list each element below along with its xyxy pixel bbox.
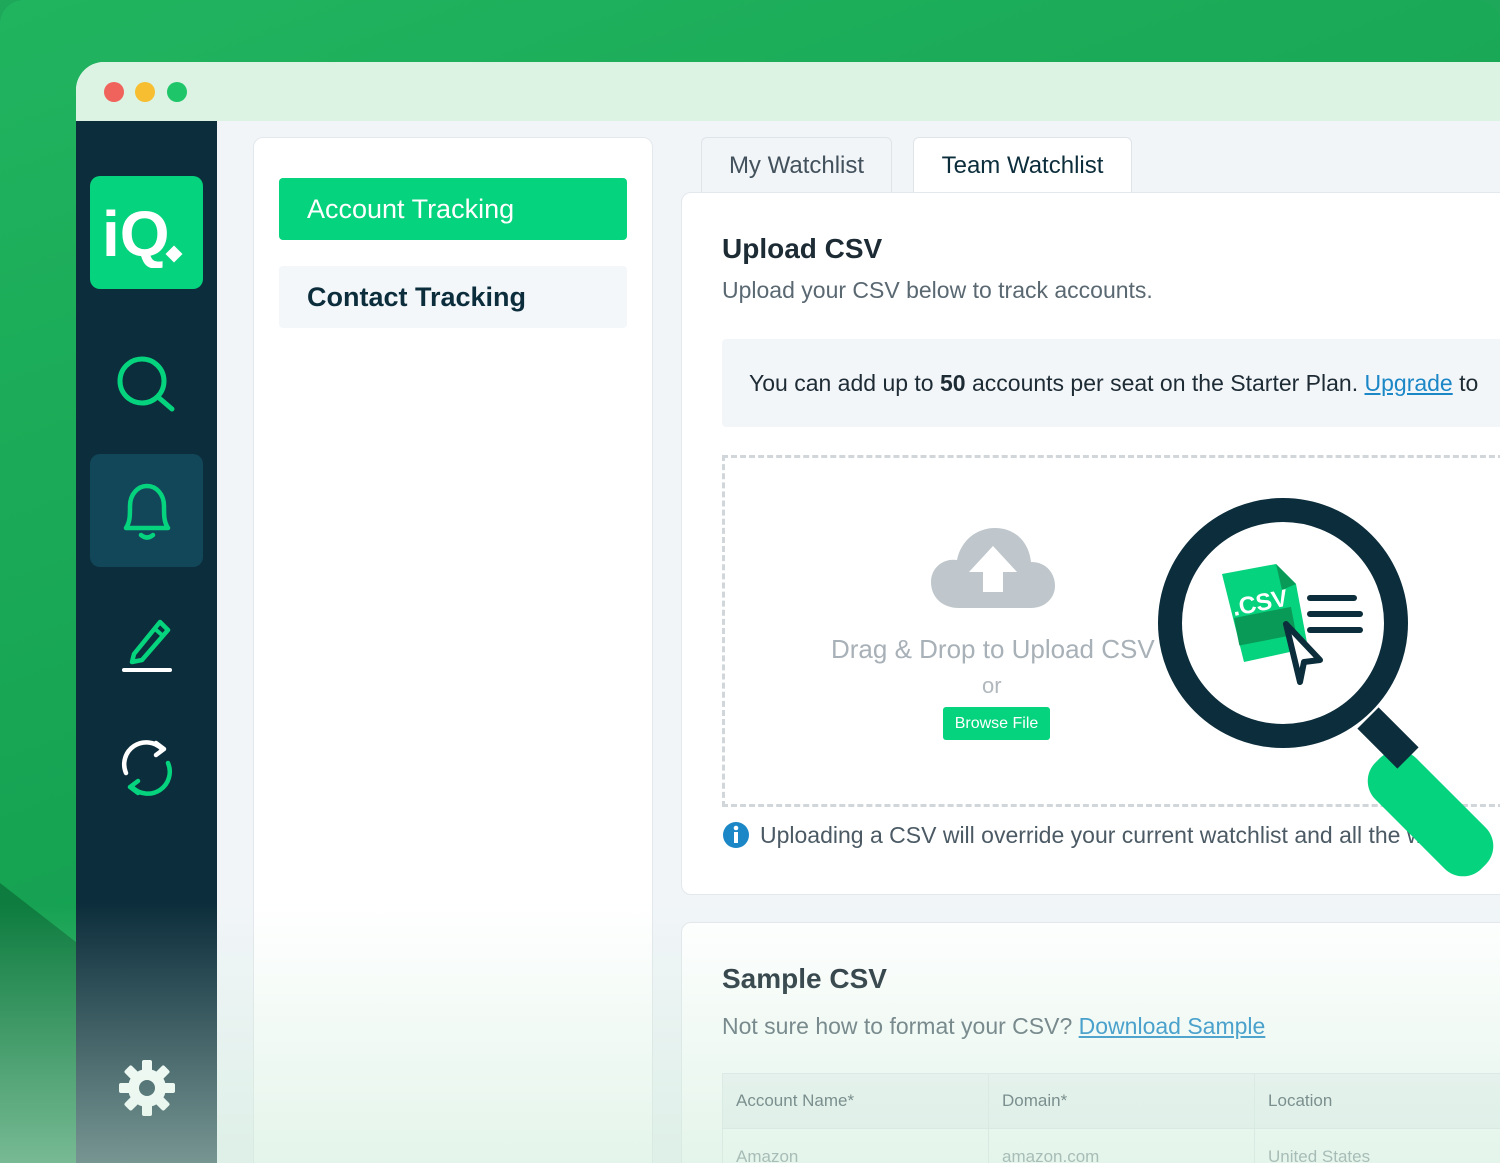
search-icon (117, 356, 174, 411)
upload-title: Upload CSV (722, 233, 883, 264)
sidebar-item-settings[interactable] (90, 1031, 203, 1144)
gear-icon (118, 1059, 175, 1116)
column-header: Domain* (989, 1074, 1256, 1128)
menu-item-account-tracking[interactable]: Account Tracking (279, 178, 627, 240)
cloud-upload-icon (931, 528, 1055, 608)
app-logo[interactable]: iQ (90, 176, 203, 289)
magnifier-handle (1367, 750, 1494, 877)
logo-text: iQ (102, 198, 170, 268)
dropzone-title: Drag & Drop to Upload CSV (831, 634, 1155, 664)
column-header: Account Name* (723, 1074, 990, 1128)
csv-magnifier-illustration: .CSV (1158, 498, 1494, 877)
upload-subtitle: Upload your CSV below to track accounts. (722, 277, 1153, 303)
sample-table-header: Account Name* Domain* Location (722, 1073, 1500, 1129)
sample-prompt-text: Not sure how to format your CSV? (722, 1013, 1079, 1039)
notice-prefix: You can add up to (749, 369, 940, 396)
window-close-button[interactable] (104, 82, 124, 102)
table-cell: Amazon (723, 1129, 990, 1163)
sidebar-item-compose[interactable] (90, 586, 203, 699)
column-header: Location (1268, 1091, 1333, 1110)
sidebar-item-alerts[interactable] (90, 454, 203, 567)
tracking-menu-panel: Account Tracking Contact Tracking (253, 137, 653, 1163)
tab-team-watchlist[interactable]: Team Watchlist (913, 137, 1132, 193)
window-maximize-button[interactable] (167, 82, 187, 102)
menu-item-contact-tracking[interactable]: Contact Tracking (279, 266, 627, 328)
sidebar: iQ (76, 121, 217, 1163)
bell-icon (123, 483, 170, 540)
table-cell: amazon.com (989, 1129, 1256, 1163)
dropzone-or: or (982, 673, 1002, 698)
notice-limit: 50 (940, 369, 966, 396)
notice-suffix: accounts per seat on the Starter Plan. (965, 369, 1365, 396)
window-minimize-button[interactable] (135, 82, 155, 102)
notice-tail: to (1452, 369, 1479, 396)
browse-file-button[interactable]: Browse File (943, 707, 1050, 740)
refresh-icon (121, 739, 172, 796)
sidebar-item-sync[interactable] (90, 711, 203, 824)
plan-limit-notice: You can add up to 50 accounts per seat o… (722, 339, 1500, 427)
sample-title: Sample CSV (722, 963, 887, 994)
logo-mark: iQ (102, 198, 182, 268)
table-row: Amazon amazon.com United States (722, 1129, 1500, 1163)
magnifier-neck (1357, 707, 1419, 769)
tab-my-watchlist[interactable]: My Watchlist (701, 137, 892, 193)
sample-csv-card: Sample CSV Not sure how to format your C… (681, 922, 1500, 1163)
upgrade-link[interactable]: Upgrade (1365, 370, 1453, 397)
pencil-icon (121, 619, 172, 672)
table-cell: United States (1268, 1146, 1371, 1163)
download-sample-link[interactable]: Download Sample (1079, 1013, 1266, 1039)
sample-prompt: Not sure how to format your CSV? Downloa… (722, 1013, 1265, 1040)
info-icon (723, 822, 749, 848)
sidebar-item-search[interactable] (90, 329, 203, 442)
window-titlebar (76, 62, 1500, 121)
